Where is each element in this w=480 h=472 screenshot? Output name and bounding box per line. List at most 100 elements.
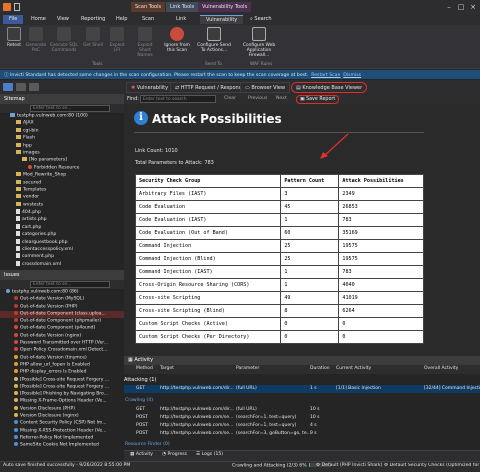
activity-row[interactable]: GET http://testphp.vulnweb.com/dir... (ful…	[124, 385, 480, 393]
sitemap-item[interactable]: Templates	[0, 186, 124, 194]
issue-item[interactable]: SameSite Cookie Not Implemented	[0, 442, 124, 449]
activity-col-duration[interactable]: Duration	[310, 366, 330, 371]
configure-waf-button[interactable]: Configure Web Application Firewall...	[236, 27, 282, 63]
issue-item[interactable]: PHP allow_url_fopen Is Enabled	[0, 361, 124, 369]
tab-http-request-response[interactable]: ⇄ HTTP Request / Response	[170, 82, 250, 93]
toolbar-icon-2[interactable]	[16, 83, 26, 91]
sitemap-search-input[interactable]: Enter text to se...	[30, 105, 110, 112]
exploit-short-names-button[interactable]: Exploit Short Names	[131, 27, 159, 63]
issue-item[interactable]: Out-of-date Version (PHP)	[0, 303, 124, 311]
tab-knowledge-base-viewer[interactable]: ▤ Knowledge Base Viewer	[291, 82, 368, 93]
menu-file[interactable]: File	[3, 15, 24, 24]
issue-item[interactable]: Password Transmitted over HTTP (Ver...	[0, 340, 124, 347]
toolbar-icon-1[interactable]	[3, 83, 13, 91]
activity-row[interactable]: POST http://testphp.vulnweb.com/se... (sea…	[124, 430, 480, 438]
sitemap-item[interactable]: 404.php	[0, 209, 124, 216]
dismiss-link[interactable]: Dismiss	[343, 73, 361, 78]
save-report-button[interactable]: ▣ Save Report	[296, 95, 340, 104]
toolbar-icon-3[interactable]	[29, 83, 39, 91]
minimize-icon[interactable]: –	[444, 2, 454, 12]
bottom-tab-activity[interactable]: ▦ Activity	[130, 452, 153, 457]
menu-view[interactable]: View	[51, 15, 75, 24]
tab-vulnerability[interactable]: ✱ Vulnerability	[126, 82, 174, 93]
issue-item[interactable]: testphp.vulnweb.com:80 (86)	[0, 289, 124, 296]
issue-item[interactable]: Out-of-date Component (phpmailer)	[0, 318, 124, 325]
scan-policy-status[interactable]: ⚙ Default (PHP Invicti Shark)	[316, 463, 382, 468]
issue-item[interactable]: Out-of-date Version (MySQL)	[0, 296, 124, 303]
sitemap-item[interactable]: AJAX	[0, 120, 124, 127]
issue-item[interactable]: Missing X-Frame-Options Header (Ve...	[0, 398, 124, 405]
menu-scan[interactable]: Scan	[136, 15, 160, 24]
sitemap-item[interactable]: Mod_Rewrite_Shop	[0, 172, 124, 179]
restart-scan-link[interactable]: Restart Scan	[311, 73, 340, 78]
sitemap-item[interactable]: [No parameters]	[0, 157, 124, 164]
find-previous-button[interactable]: Previous	[248, 96, 267, 101]
issue-item[interactable]: Open Policy Crossdomain.xml Detect...	[0, 347, 124, 354]
activity-row[interactable]: POST http://testphp.vulnweb.com/se... (sea…	[124, 414, 480, 422]
sitemap-item[interactable]: wvstests	[0, 201, 124, 209]
activity-col-method[interactable]: Method	[136, 366, 153, 371]
menu-vulnerability[interactable]: Vulnerability	[200, 15, 244, 24]
bottom-tab-progress[interactable]: ◔ Progress	[162, 452, 187, 457]
sitemap-item[interactable]: clearguestbook.php	[0, 238, 124, 246]
retest-button[interactable]: Retest	[3, 27, 25, 63]
sitemap-item[interactable]: categories.php	[0, 231, 124, 238]
sitemap-item[interactable]: crossdomain.xml	[0, 260, 124, 268]
menu-home[interactable]: Home	[25, 15, 52, 24]
sitemap-item[interactable]: cart.php	[0, 223, 124, 231]
execute-sql-button[interactable]: Execute SQL Commands	[50, 27, 78, 63]
activity-col-overall[interactable]: Overall Activity	[424, 366, 458, 371]
sitemap-item[interactable]: hpp	[0, 142, 124, 150]
generate-poc-button[interactable]: Generate PoC	[25, 27, 47, 63]
menu-link[interactable]: Link	[170, 15, 192, 24]
sitemap-item[interactable]: clientaccesspolicy.xml	[0, 246, 124, 253]
activity-col-target[interactable]: Target	[160, 366, 174, 371]
menu-help[interactable]: Help	[110, 15, 133, 24]
sitemap-item[interactable]: secured	[0, 179, 124, 187]
sitemap-item-label: Flash	[23, 135, 36, 141]
configure-send-to-button[interactable]: Configure Send To Actions...	[196, 27, 232, 63]
sitemap-item[interactable]: Flash	[0, 135, 124, 142]
issue-item[interactable]: Out-of-date Component (class.uploa...	[0, 310, 124, 319]
activity-col-current[interactable]: Current Activity	[336, 366, 371, 371]
issue-item[interactable]: PHP display_errors Is Enabled	[0, 369, 124, 376]
issue-item[interactable]: [Possible] Cross-site Request Forgery ..…	[0, 376, 124, 384]
issues-search-input[interactable]: Enter text to se...	[30, 281, 110, 288]
sitemap-item[interactable]: vendor	[0, 194, 124, 201]
find-clear-button[interactable]: Clear	[224, 96, 236, 101]
issue-item[interactable]: [Possible] Phishing by Navigating Bro...	[0, 391, 124, 398]
exploit-lfi-button[interactable]: Exploit LFI	[106, 27, 128, 63]
get-shell-button[interactable]: Get Shell	[82, 27, 104, 63]
menu-reporting[interactable]: Reporting	[75, 15, 111, 24]
sitemap-item[interactable]: cgi-bin	[0, 127, 124, 135]
issue-item[interactable]: Version Disclosure (PHP)	[0, 405, 124, 413]
sitemap-item[interactable]: testphp.vulnweb.com:80 (100)	[0, 113, 124, 120]
tab-browser-view[interactable]: ▭ Browser View	[240, 82, 291, 93]
issue-item[interactable]: Referrer-Policy Not Implemented	[0, 434, 124, 442]
bottom-tab-logs[interactable]: ☰ Logs (15)	[196, 452, 223, 457]
find-next-button[interactable]: Next	[276, 96, 287, 101]
ignore-from-scan-button[interactable]: Ignore from this Scan	[162, 27, 192, 63]
close-icon[interactable]: ×	[468, 2, 478, 12]
maximize-icon[interactable]: □	[456, 2, 466, 12]
table-cell: 19575	[338, 239, 424, 253]
security-checks-status[interactable]: ⚙ Default Security Checks (Optimized for	[384, 463, 480, 468]
issue-item[interactable]: Out-of-date Version (nginx)	[0, 332, 124, 340]
activity-row[interactable]: GET http://testphp.vulnweb.com/dir... (ful…	[124, 406, 480, 414]
sitemap-item[interactable]: comment.php	[0, 253, 124, 260]
issue-item[interactable]: Missing X-XSS-Protection Header (Ve...	[0, 427, 124, 435]
issue-item-label: SameSite Cookie Not Implemented	[20, 442, 99, 448]
issue-item[interactable]: Version Disclosure (nginx)	[0, 413, 124, 420]
sitemap-item[interactable]: images	[0, 149, 124, 157]
sitemap-item[interactable]: artists.php	[0, 216, 124, 223]
issue-item[interactable]: [Possible] Cross-site Request Forgery ..…	[0, 383, 124, 391]
sitemap-item[interactable]: Forbidden Resource	[0, 164, 124, 172]
find-input[interactable]: Enter text to search	[140, 95, 216, 103]
issue-item[interactable]: Out-of-date Version (tinymce)	[0, 354, 124, 362]
activity-row[interactable]: POST http://testphp.vulnweb.com/se... (sea…	[124, 422, 480, 430]
menu-search[interactable]: ⌕ Search	[244, 15, 278, 24]
save-icon[interactable]	[14, 3, 20, 11]
issue-item[interactable]: Content Security Policy (CSP) Not Im...	[0, 420, 124, 427]
issue-item[interactable]: Out-of-date Component (p4ound)	[0, 325, 124, 332]
activity-col-parameter[interactable]: Parameter	[236, 366, 259, 371]
